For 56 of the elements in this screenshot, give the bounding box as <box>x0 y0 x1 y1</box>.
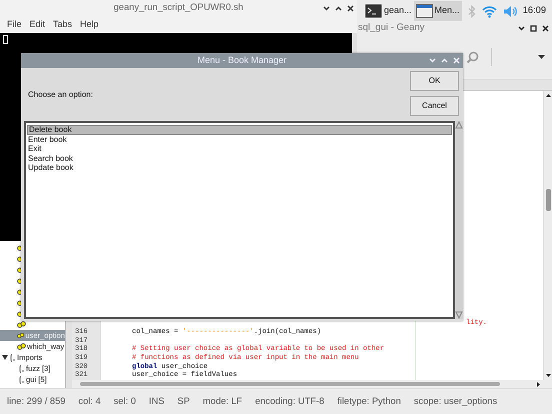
clock[interactable]: 16:09 <box>522 4 546 18</box>
import-icon <box>10 354 15 362</box>
symbol-icon <box>17 332 24 339</box>
status-text: mode: LF <box>202 394 242 408</box>
maximize-icon[interactable] <box>530 25 537 32</box>
symbol-icon <box>17 321 26 328</box>
status-text: line: 299 / 859 <box>7 394 66 408</box>
list-item[interactable]: Update book <box>27 163 452 173</box>
import-icon <box>19 364 24 372</box>
window-title: geany_run_script_OPUWR0.sh <box>114 1 244 14</box>
scrollbar[interactable] <box>72 380 552 388</box>
symbol-icon <box>17 343 26 350</box>
terminal-icon <box>365 4 382 18</box>
volume-icon[interactable] <box>502 4 517 18</box>
window-title: sql_gui - Geany <box>358 21 425 36</box>
scrollbar-thumb[interactable] <box>546 189 551 211</box>
window-icon <box>416 4 433 18</box>
menu-item[interactable]: Tabs <box>53 18 72 32</box>
close-icon[interactable] <box>542 25 549 32</box>
options-listbox[interactable]: Delete book Enter book Exit Search book Update book <box>24 121 455 319</box>
prompt-label: Choose an option: <box>28 88 93 100</box>
import-icon <box>19 376 24 384</box>
scroll-right-arrow-icon[interactable] <box>537 382 540 387</box>
status-text: col: 4 <box>78 394 101 408</box>
menu-item[interactable]: File <box>7 18 22 32</box>
list-item[interactable]: Exit <box>27 144 452 154</box>
scroll-up-arrow-icon[interactable] <box>546 94 551 97</box>
status-text: scope: user_options <box>414 394 498 408</box>
maximize-icon[interactable] <box>335 6 342 10</box>
ok-button[interactable]: OK <box>410 71 459 91</box>
taskbar-button[interactable]: gean... <box>363 1 414 21</box>
menu-item[interactable]: Help <box>80 18 99 32</box>
expander-icon[interactable] <box>2 355 8 360</box>
status-text: encoding: UTF-8 <box>255 394 324 408</box>
minimize-icon[interactable] <box>323 6 330 10</box>
menu-item[interactable]: Edit <box>30 18 46 32</box>
scroll-down-arrow-icon[interactable] <box>546 374 551 377</box>
window-title: Menu - Book Manager <box>197 54 287 67</box>
minimize-icon[interactable] <box>518 26 525 31</box>
cancel-button[interactable]: Cancel <box>410 96 459 116</box>
status-text: filetype: Python <box>337 394 401 408</box>
taskbar-button[interactable]: Men... <box>414 1 462 21</box>
wifi-icon[interactable] <box>482 4 497 18</box>
scrollbar[interactable] <box>543 91 552 380</box>
dropdown-caret-icon[interactable] <box>538 55 545 59</box>
text-cursor <box>3 35 8 44</box>
scrollbar-thumb[interactable] <box>80 382 500 386</box>
search-icon[interactable] <box>466 50 479 64</box>
list-item[interactable]: Enter book <box>27 134 452 144</box>
bluetooth-icon[interactable] <box>468 4 476 18</box>
list-item[interactable]: Delete book <box>27 125 452 135</box>
list-item[interactable]: Search book <box>27 154 452 164</box>
close-icon[interactable] <box>347 4 354 12</box>
status-text: INS <box>148 394 164 408</box>
status-text: sel: 0 <box>114 394 136 408</box>
status-text: SP <box>177 394 190 408</box>
